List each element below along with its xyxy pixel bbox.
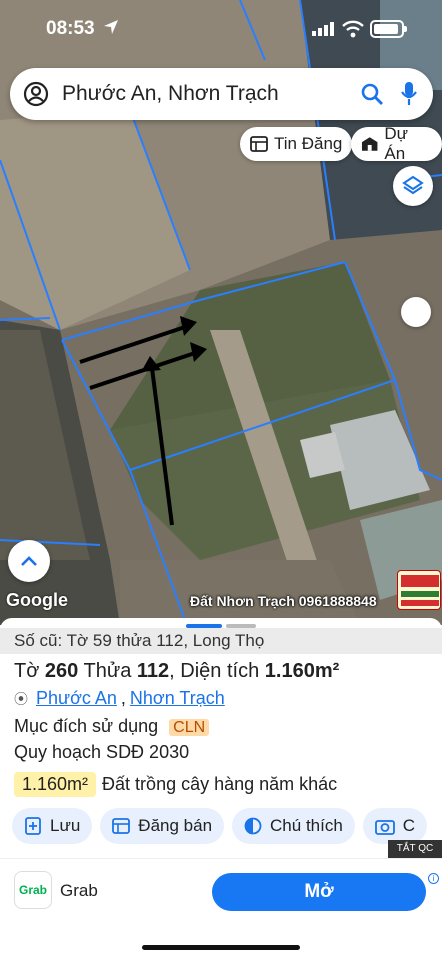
search-icon[interactable] — [360, 82, 384, 106]
camera-label: C — [402, 816, 416, 835]
save-button[interactable]: Lưu — [12, 808, 93, 844]
layers-button[interactable] — [393, 166, 433, 206]
search-input[interactable]: Phước An, Nhơn Trạch — [62, 82, 279, 106]
search-bar[interactable]: Phước An, Nhơn Trạch — [10, 68, 433, 120]
ad-info-icon[interactable]: i — [428, 873, 439, 884]
purpose-label: Mục đích sử dụng — [14, 716, 159, 736]
ad-banner[interactable]: Grab Grab Mở i — [0, 858, 442, 922]
camera-button[interactable]: C — [362, 808, 428, 844]
address-row: ⦿ Phước An, Nhơn Trạch — [14, 688, 225, 709]
map-watermark: Đất Nhơn Trạch 0961888848 — [190, 593, 377, 609]
action-row: Lưu Đăng bán Chú thích C — [12, 808, 428, 844]
open-button[interactable]: Mở — [212, 873, 426, 911]
cellular-signal-icon — [312, 22, 334, 36]
listing-icon — [112, 818, 131, 834]
legend-label: Chú thích — [270, 816, 343, 835]
location-arrow-icon — [104, 20, 118, 34]
listing-icon — [250, 136, 268, 152]
post-label: Đăng bán — [138, 816, 213, 835]
planning-row[interactable]: Quy hoạch SDĐ 2030 — [14, 742, 189, 763]
save-label: Lưu — [50, 816, 81, 835]
add-bookmark-icon — [25, 817, 41, 835]
chevron-up-icon — [21, 556, 37, 566]
parcel-summary: Tờ 260 Thửa 112, Diện tích 1.160m² — [14, 660, 340, 682]
location-pin-icon: ⦿ — [14, 690, 28, 707]
land-type-label: Đất trồng cây hàng năm khác — [102, 774, 338, 794]
old-parcel-info: Số cũ: Tờ 59 thửa 112, Long Thọ — [0, 628, 442, 654]
parcel-number: 112 — [136, 660, 170, 682]
parcel-info-sheet[interactable]: Số cũ: Tờ 59 thửa 112, Long Thọ Tờ 260 T… — [0, 618, 442, 960]
grab-logo: Grab — [14, 871, 52, 909]
battery-icon — [370, 20, 407, 38]
listing-chip-label: Tin Đăng — [274, 134, 343, 153]
layers-icon — [402, 175, 424, 195]
building-icon — [361, 137, 378, 151]
district-link[interactable]: Nhơn Trạch — [130, 688, 225, 709]
contrast-icon — [244, 817, 262, 835]
sheet-number: 260 — [44, 660, 79, 682]
purpose-code-badge: CLN — [169, 719, 210, 736]
status-bar: 08:53 — [0, 0, 442, 62]
map-control-dot[interactable] — [401, 297, 431, 327]
legend-button[interactable]: Chú thích — [232, 808, 355, 844]
land-type-row: 1.160m² Đất trồng cây hàng năm khác — [14, 772, 337, 797]
advertiser-logo — [397, 570, 441, 610]
wifi-icon — [342, 20, 364, 38]
project-chip-label: Dự Án — [384, 124, 409, 163]
sheet-label: Tờ — [14, 660, 40, 682]
land-type-area: 1.160m² — [14, 772, 97, 797]
land-purpose-row: Mục đích sử dụng CLN — [14, 716, 210, 737]
area-value: 1.160m² — [264, 660, 340, 682]
ward-link[interactable]: Phước An — [36, 688, 117, 709]
ad-app-name: Grab — [60, 881, 98, 900]
area-label: Diện tích — [180, 660, 260, 682]
camera-icon — [374, 820, 395, 835]
listing-chip[interactable]: Tin Đăng — [240, 127, 353, 161]
expand-up-button[interactable] — [8, 540, 50, 582]
status-time: 08:53 — [46, 18, 95, 39]
home-indicator[interactable] — [142, 945, 300, 950]
close-ad-button[interactable]: TẮT QC — [388, 840, 442, 858]
project-chip[interactable]: Dự Án — [351, 124, 442, 163]
post-for-sale-button[interactable]: Đăng bán — [100, 808, 225, 844]
satellite-map[interactable]: 08:53 Phước An, Nhơn Trạch Tin Đăng Dự Á… — [0, 0, 442, 625]
google-logo: Google — [6, 590, 68, 610]
microphone-icon[interactable] — [400, 81, 418, 107]
account-icon[interactable] — [23, 81, 49, 107]
parcel-label: Thửa — [83, 660, 132, 682]
